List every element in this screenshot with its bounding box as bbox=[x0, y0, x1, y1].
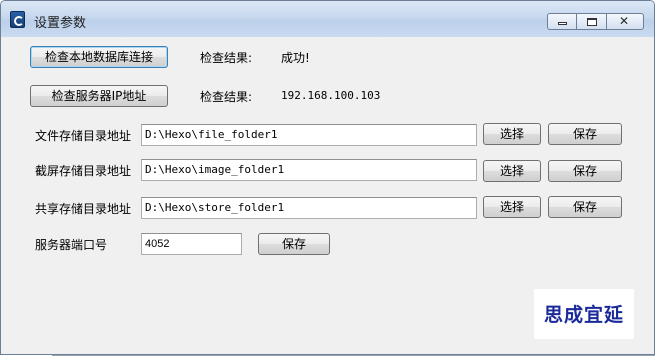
maximize-icon bbox=[587, 18, 597, 26]
file-storage-label: 文件存储目录地址 bbox=[35, 129, 132, 143]
minimize-button[interactable] bbox=[547, 13, 577, 30]
file-storage-save-button[interactable]: 保存 bbox=[548, 123, 622, 145]
minimize-icon bbox=[558, 22, 567, 25]
server-port-input[interactable]: 4052 bbox=[141, 233, 242, 255]
screenshot-storage-select-button[interactable]: 选择 bbox=[483, 160, 541, 182]
server-port-label: 服务器端口号 bbox=[35, 238, 108, 252]
settings-window: 设置参数 ✕ 检查本地数据库连接 检查结果: 成功! 检查服务器IP地址 检查结… bbox=[0, 0, 655, 355]
db-result-label: 检查结果: bbox=[200, 51, 253, 65]
shared-storage-select-button[interactable]: 选择 bbox=[483, 196, 541, 218]
db-result-value: 成功! bbox=[281, 51, 310, 65]
screenshot-storage-label: 截屏存储目录地址 bbox=[35, 164, 132, 178]
check-server-ip-button[interactable]: 检查服务器IP地址 bbox=[30, 85, 168, 107]
server-result-label: 检查结果: bbox=[200, 90, 253, 104]
close-icon: ✕ bbox=[619, 14, 630, 28]
shared-storage-input[interactable]: D:\Hexo\store_folder1 bbox=[141, 197, 477, 219]
server-result-value: 192.168.100.103 bbox=[281, 89, 381, 102]
brand-logo-text: 思成宜延 bbox=[543, 304, 624, 326]
title-bar[interactable]: 设置参数 ✕ bbox=[1, 1, 654, 37]
screenshot-storage-input[interactable]: D:\Hexo\image_folder1 bbox=[141, 159, 477, 181]
server-port-save-button[interactable]: 保存 bbox=[258, 233, 330, 255]
shared-storage-save-button[interactable]: 保存 bbox=[548, 196, 622, 218]
brand-logo: 思成宜延 bbox=[534, 289, 634, 339]
window-title: 设置参数 bbox=[34, 16, 87, 31]
file-storage-input[interactable]: D:\Hexo\file_folder1 bbox=[141, 124, 477, 146]
screenshot-storage-save-button[interactable]: 保存 bbox=[548, 160, 622, 182]
file-storage-select-button[interactable]: 选择 bbox=[483, 123, 541, 145]
shared-storage-label: 共享存储目录地址 bbox=[35, 202, 132, 216]
settings-panel: 检查本地数据库连接 检查结果: 成功! 检查服务器IP地址 检查结果: 192.… bbox=[9, 37, 646, 354]
app-icon bbox=[10, 11, 25, 28]
check-local-db-button[interactable]: 检查本地数据库连接 bbox=[30, 46, 168, 68]
maximize-button[interactable] bbox=[577, 13, 607, 30]
close-button[interactable]: ✕ bbox=[607, 13, 644, 30]
